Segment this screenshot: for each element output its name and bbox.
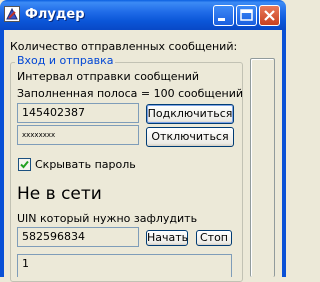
- minimize-icon: [218, 18, 225, 21]
- maximize-button[interactable]: [236, 5, 257, 26]
- message-textarea[interactable]: 1: [17, 254, 232, 277]
- connect-button[interactable]: Подключиться: [146, 104, 234, 124]
- window-frame-left: [0, 30, 4, 277]
- sent-count-label: Количество отправленных сообщений:: [10, 40, 238, 53]
- progress-note-label: Заполненная полоса = 100 сообщений: [17, 87, 244, 100]
- hide-password-checkbox[interactable]: [18, 158, 31, 171]
- maximize-icon: [240, 9, 253, 21]
- checkmark-icon: [20, 160, 29, 169]
- disconnect-button[interactable]: Отключиться: [146, 127, 234, 147]
- connection-status: Не в сети: [17, 184, 102, 204]
- password-input[interactable]: xxxxxxxx: [17, 125, 139, 145]
- group-title: Вход и отправка: [15, 54, 116, 67]
- title-bar[interactable]: Флудер: [0, 0, 286, 30]
- close-button[interactable]: [259, 5, 280, 26]
- floodder-window: Флудер Количество отправленных сообщений…: [0, 0, 286, 282]
- target-uin-label: UIN который нужно зафлудить: [17, 212, 198, 225]
- hide-password-label[interactable]: Скрывать пароль: [35, 158, 136, 171]
- target-uin-input[interactable]: 582596834: [17, 227, 139, 247]
- stop-button[interactable]: Стоп: [196, 230, 232, 246]
- minimize-button[interactable]: [213, 5, 234, 26]
- login-uin-input[interactable]: 145402387: [17, 103, 139, 123]
- app-icon[interactable]: [4, 6, 20, 22]
- window-title: Флудер: [25, 7, 85, 22]
- window-frame-right: [282, 30, 286, 277]
- close-icon: [264, 10, 275, 21]
- start-button[interactable]: Начать: [146, 230, 188, 246]
- progress-bar: [250, 58, 275, 277]
- send-interval-label: Интервал отправки сообщений: [17, 70, 200, 83]
